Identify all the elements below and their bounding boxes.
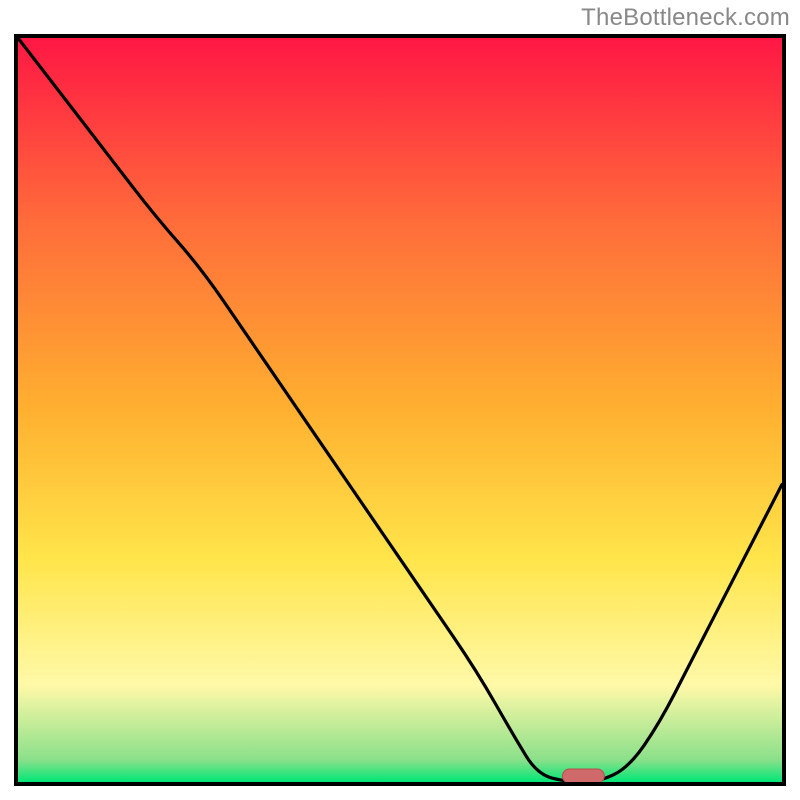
optimal-marker	[562, 769, 604, 782]
plot-area	[14, 34, 786, 786]
chart-container: TheBottleneck.com	[0, 0, 800, 800]
gradient-rect	[18, 38, 782, 782]
watermark-label: TheBottleneck.com	[581, 4, 790, 32]
chart-svg	[18, 38, 782, 782]
